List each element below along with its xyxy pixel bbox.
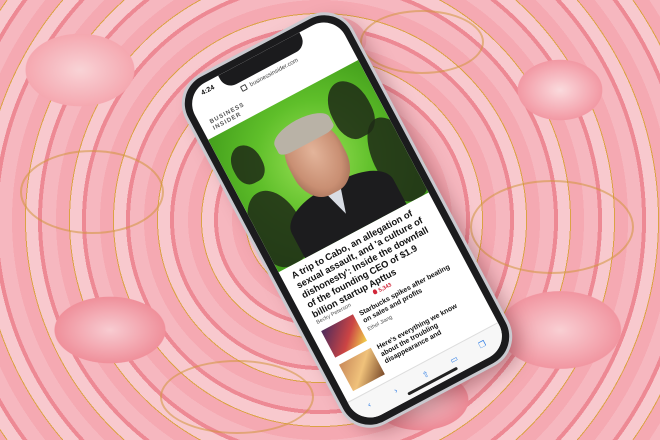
marble-vein xyxy=(20,150,164,234)
marble-vein xyxy=(160,360,314,434)
silhouette xyxy=(224,139,270,190)
bookmarks-icon[interactable]: ▭ xyxy=(449,354,460,366)
forward-icon[interactable]: › xyxy=(391,386,402,397)
tabs-icon[interactable]: ❐ xyxy=(477,339,488,351)
lock-icon xyxy=(240,84,249,93)
marble-vein xyxy=(360,10,484,74)
back-icon[interactable]: ‹ xyxy=(364,400,375,411)
marble-vein xyxy=(470,180,634,274)
flame-icon xyxy=(372,288,378,295)
share-icon[interactable]: ⇧ xyxy=(421,369,432,381)
status-time: 4:24 xyxy=(200,84,216,97)
feed-thumbnail xyxy=(321,314,368,358)
